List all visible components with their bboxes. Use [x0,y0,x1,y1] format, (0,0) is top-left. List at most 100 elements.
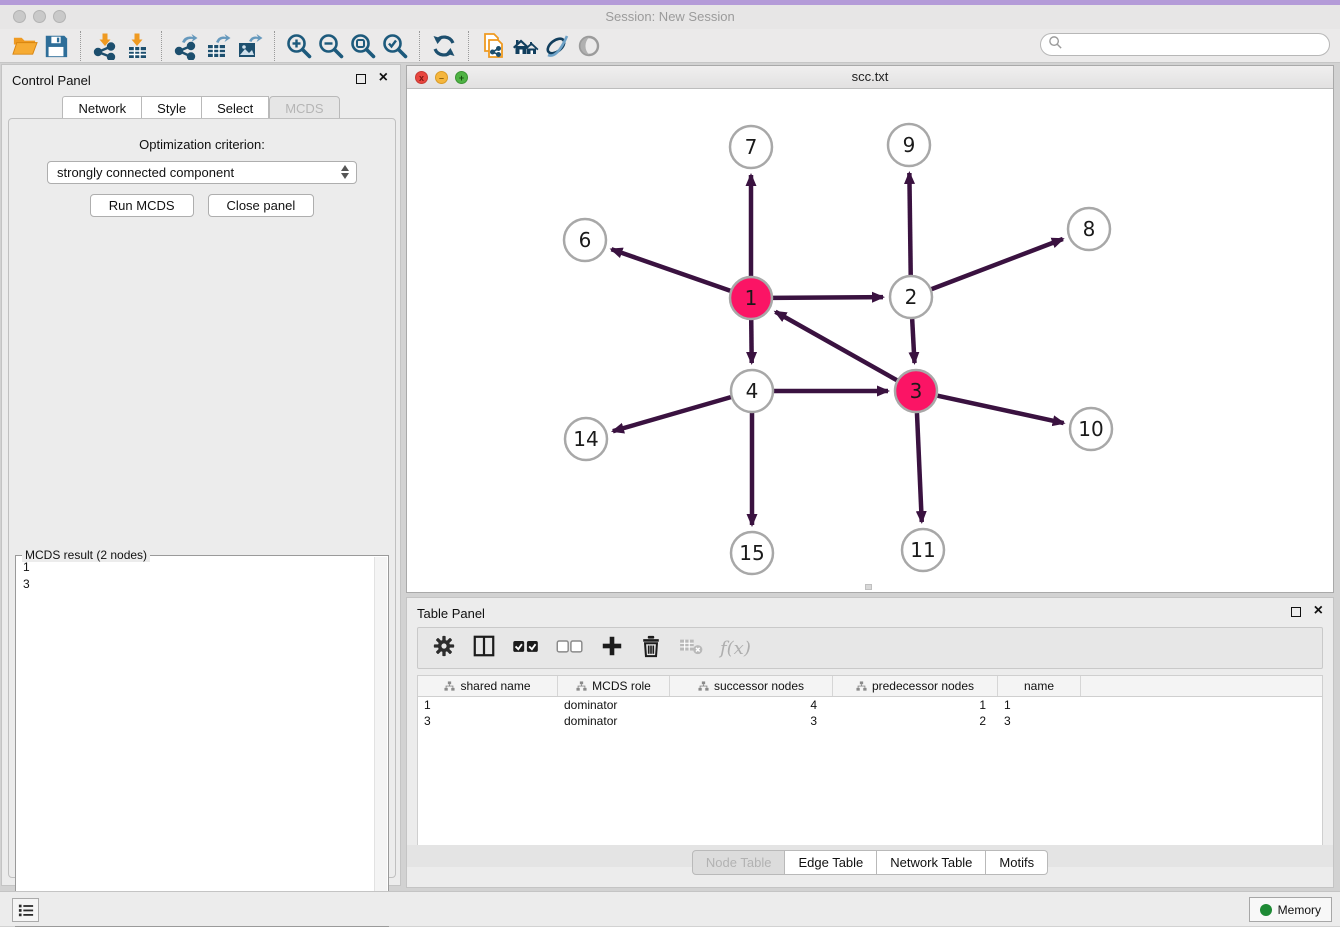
add-column-icon[interactable] [600,634,624,663]
node-table[interactable]: shared name MCDS role successor nodes pr… [417,675,1323,847]
refresh-layout-icon[interactable] [428,31,460,61]
zoom-selected-icon[interactable] [379,31,411,61]
graph-edge-1-6[interactable] [611,249,730,291]
result-line: 1 [23,559,372,576]
graph-node-label-10: 10 [1078,417,1103,441]
deselect-all-checkboxes-icon[interactable] [556,636,584,661]
cell-mcds-role[interactable]: dominator [558,697,670,713]
window-minimize-button[interactable] [33,10,46,23]
search-input[interactable] [1040,33,1330,56]
toolbar-separator [419,31,420,61]
criterion-value: strongly connected component [57,165,234,180]
cell-name[interactable]: 3 [998,713,1081,729]
cell-shared-name[interactable]: 1 [418,697,558,713]
memory-button[interactable]: Memory [1249,897,1332,922]
import-network-icon[interactable] [89,31,121,61]
window-close-button[interactable] [13,10,26,23]
save-session-icon[interactable] [40,31,72,61]
memory-status-icon [1260,904,1272,916]
list-icon [17,902,35,918]
mcds-result-text[interactable]: 1 3 [18,559,372,924]
tab-motifs[interactable]: Motifs [986,850,1048,875]
graph-edge-3-10[interactable] [937,396,1063,423]
network-maximize-button[interactable]: + [455,71,468,84]
home-icon[interactable] [509,31,541,61]
splitter-handle[interactable] [865,584,872,590]
graph-edge-3-11[interactable] [917,413,922,522]
cell-successor-nodes[interactable]: 4 [670,697,833,713]
toolbar-separator [161,31,162,61]
cell-predecessor-nodes[interactable]: 2 [833,713,998,729]
graph-edge-2-8[interactable] [932,239,1063,289]
network-canvas[interactable]: 1234678910111415 [407,89,1333,592]
gear-icon[interactable] [432,634,456,663]
tab-edge-table[interactable]: Edge Table [785,850,877,875]
graph-edge-4-14[interactable] [613,397,731,431]
export-network-icon[interactable] [170,31,202,61]
control-panel: Control Panel × Network Style Select MCD… [1,64,401,886]
float-panel-icon[interactable] [1291,607,1301,617]
column-header-successor-nodes[interactable]: successor nodes [670,676,833,696]
graph-node-label-14: 14 [573,427,598,451]
close-panel-icon[interactable]: × [1314,601,1323,621]
network-minimize-button[interactable]: – [435,71,448,84]
zoom-out-icon[interactable] [315,31,347,61]
show-graphics-details-icon[interactable] [573,31,605,61]
cell-predecessor-nodes[interactable]: 1 [833,697,998,713]
app-title: Session: New Session [0,5,1340,29]
graph-edge-2-3[interactable] [912,319,914,363]
result-scrollbar[interactable] [374,557,387,925]
tab-node-table[interactable]: Node Table [692,850,786,875]
toolbar-separator [468,31,469,61]
column-header-shared-name[interactable]: shared name [418,676,558,696]
graph-edge-1-2[interactable] [773,297,883,298]
cell-shared-name[interactable]: 3 [418,713,558,729]
table-panel: Table Panel × f(x) shared [406,597,1334,888]
network-view-window: x – + scc.txt 1234678910111415 [406,65,1334,593]
zoom-in-icon[interactable] [283,31,315,61]
task-list-button[interactable] [12,898,39,922]
toolbar-separator [80,31,81,61]
delete-table-icon[interactable] [678,636,704,661]
graph-node-label-9: 9 [903,133,916,157]
network-close-button[interactable]: x [415,71,428,84]
graph-edge-2-9[interactable] [909,173,910,275]
table-panel-title: Table Panel [417,606,485,621]
control-panel-header: Control Panel × [2,65,400,95]
cell-mcds-role[interactable]: dominator [558,713,670,729]
select-all-checkboxes-icon[interactable] [512,636,540,661]
tab-network-table[interactable]: Network Table [877,850,986,875]
column-header-name[interactable]: name [998,676,1081,696]
split-columns-icon[interactable] [472,634,496,663]
network-window-titlebar[interactable]: x – + scc.txt [407,66,1333,89]
graph-node-label-11: 11 [910,538,935,562]
float-panel-icon[interactable] [356,74,366,84]
close-panel-icon[interactable]: × [379,68,388,88]
graph-edge-3-1[interactable] [775,312,896,380]
toolbar-separator [274,31,275,61]
export-table-icon[interactable] [202,31,234,61]
open-folder-icon[interactable] [8,31,40,61]
cell-successor-nodes[interactable]: 3 [670,713,833,729]
duplicate-network-icon[interactable] [477,31,509,61]
style-brush-icon[interactable] [541,31,573,61]
zoom-fit-icon[interactable] [347,31,379,61]
window-zoom-button[interactable] [53,10,66,23]
run-mcds-button[interactable]: Run MCDS [90,194,194,217]
import-table-icon[interactable] [121,31,153,61]
column-header-mcds-role[interactable]: MCDS role [558,676,670,696]
network-window-title: scc.txt [407,66,1333,88]
search-icon [1048,35,1063,55]
network-graph[interactable]: 1234678910111415 [407,89,1333,592]
export-image-icon[interactable] [234,31,266,61]
function-builder-icon[interactable]: f(x) [720,638,751,659]
column-header-predecessor-nodes[interactable]: predecessor nodes [833,676,998,696]
delete-column-icon[interactable] [640,634,662,663]
table-panel-header: Table Panel × [407,598,1333,628]
table-row[interactable]: 3 dominator 3 2 3 [418,713,1322,729]
table-row[interactable]: 1 dominator 4 1 1 [418,697,1322,713]
cell-name[interactable]: 1 [998,697,1081,713]
close-panel-button[interactable]: Close panel [208,194,315,217]
criterion-select[interactable]: strongly connected component [47,161,357,184]
graph-node-label-7: 7 [745,135,758,159]
